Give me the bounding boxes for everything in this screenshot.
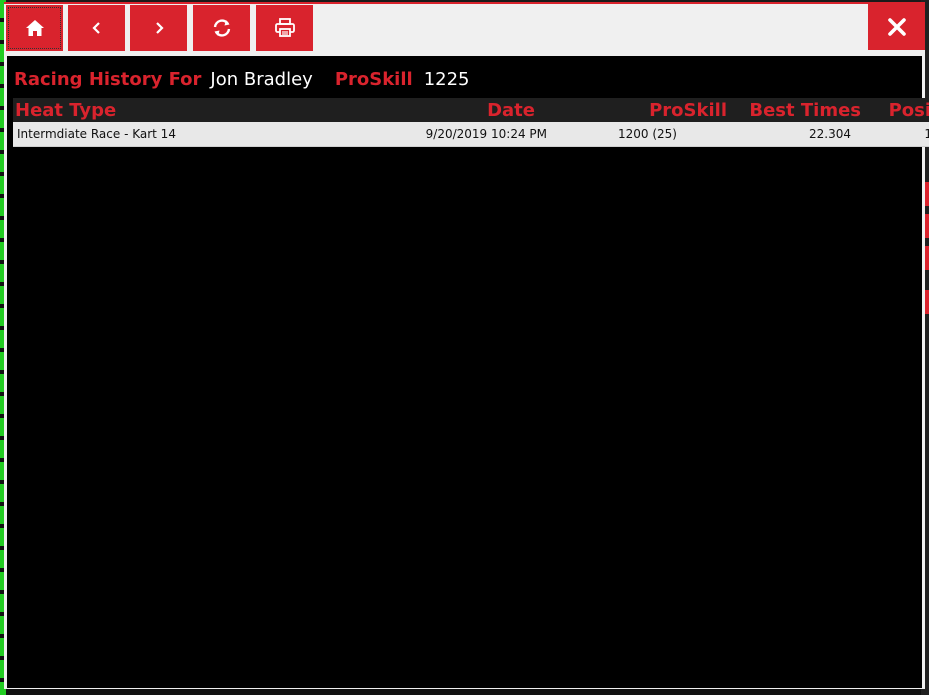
- close-button[interactable]: [868, 4, 925, 50]
- column-header-date[interactable]: Date: [317, 98, 575, 122]
- column-header-heat-type[interactable]: Heat Type: [13, 98, 317, 122]
- history-content: Racing History For Jon Bradley ProSkill …: [7, 56, 929, 688]
- history-label: Racing History For: [14, 69, 202, 90]
- refresh-button[interactable]: [193, 5, 250, 51]
- cell-heat-type: Intermdiate Race - Kart 14: [13, 122, 317, 147]
- print-button[interactable]: [256, 5, 313, 51]
- home-icon: [25, 20, 44, 36]
- refresh-icon: [213, 19, 230, 37]
- cell-date: 9/20/2019 10:24 PM: [317, 122, 575, 147]
- proskill-label: ProSkill: [334, 69, 413, 90]
- chevron-left-icon: [91, 22, 100, 34]
- cell-proskill: 1200 (25): [575, 122, 729, 147]
- column-header-proskill[interactable]: ProSkill: [575, 98, 729, 122]
- cell-best-time: 22.304: [729, 122, 863, 147]
- chevron-right-icon: [155, 22, 164, 34]
- toolbar: [4, 4, 925, 56]
- home-button[interactable]: [6, 5, 63, 51]
- column-header-best-times[interactable]: Best Times: [729, 98, 863, 122]
- racing-history-dialog: Racing History For Jon Bradley ProSkill …: [4, 2, 929, 689]
- printer-icon: [274, 18, 295, 37]
- column-header-position[interactable]: Position: [863, 98, 929, 122]
- table-row[interactable]: Intermdiate Race - Kart 14 9/20/2019 10:…: [13, 122, 929, 147]
- close-icon: [887, 18, 906, 36]
- racer-name: Jon Bradley: [210, 69, 313, 90]
- back-button[interactable]: [68, 5, 125, 51]
- proskill-value: 1225: [423, 69, 470, 90]
- forward-button[interactable]: [130, 5, 187, 51]
- table-header-row: Heat Type Date ProSkill Best Times Posit…: [13, 98, 929, 122]
- history-table: Heat Type Date ProSkill Best Times Posit…: [13, 98, 929, 147]
- background-app-bottom-edge: [6, 689, 921, 695]
- history-title: Racing History For Jon Bradley ProSkill …: [14, 69, 470, 93]
- cell-position: 1st: [863, 122, 929, 147]
